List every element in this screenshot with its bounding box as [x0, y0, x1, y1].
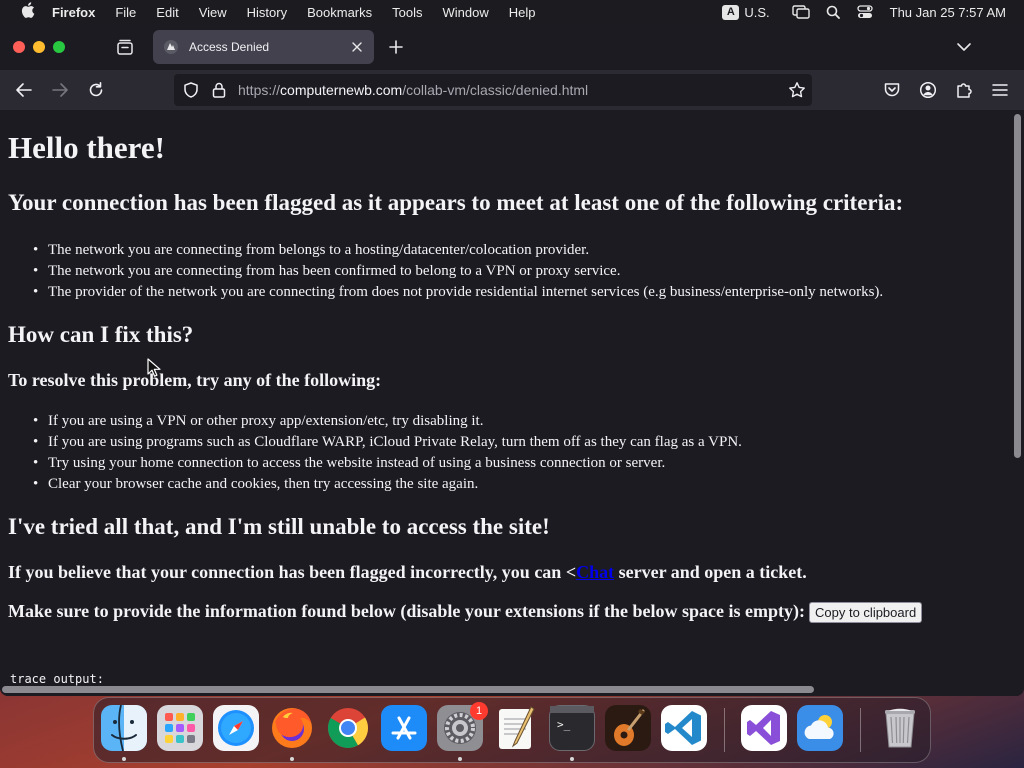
running-indicator [290, 757, 294, 761]
new-tab-icon[interactable] [386, 37, 406, 57]
mouse-pointer-icon [147, 358, 161, 378]
url-scheme: https:// [238, 82, 281, 98]
reload-icon[interactable] [85, 79, 107, 101]
bookmark-star-icon[interactable] [788, 81, 806, 99]
page-heading: Hello there! [8, 130, 165, 165]
apple-menu-icon[interactable] [17, 2, 39, 22]
chrome-icon[interactable] [325, 705, 371, 751]
list-item: If you are using a VPN or other proxy ap… [8, 411, 742, 432]
running-indicator [458, 757, 462, 761]
window-fullscreen-button[interactable] [53, 41, 65, 53]
flagged-incorrectly-prefix: If you believe that your connection has … [8, 562, 577, 582]
list-all-tabs-chevron-icon[interactable] [954, 37, 974, 57]
window-close-button[interactable] [13, 41, 25, 53]
menu-help[interactable]: Help [509, 5, 536, 20]
app-menu-firefox[interactable]: Firefox [52, 5, 95, 20]
dock-separator [724, 708, 725, 752]
menu-bookmarks[interactable]: Bookmarks [307, 5, 372, 20]
tab-title: Access Denied [189, 40, 270, 54]
menu-tools[interactable]: Tools [392, 5, 422, 20]
safari-icon[interactable] [213, 705, 259, 751]
macos-dock: 1 >_ [93, 697, 931, 763]
flagged-incorrectly-suffix: server and open a ticket. [614, 562, 807, 582]
hamburger-menu-icon[interactable] [989, 79, 1011, 101]
menu-file[interactable]: File [115, 5, 136, 20]
list-item: The provider of the network you are conn… [8, 282, 883, 303]
provide-info-text: Make sure to provide the information fou… [8, 601, 923, 624]
resolve-heading: To resolve this problem, try any of the … [8, 370, 382, 390]
screen-mirroring-icon[interactable] [791, 3, 810, 21]
input-source-label[interactable]: U.S. [744, 5, 769, 20]
visual-studio-icon[interactable] [741, 705, 787, 751]
launchpad-icon[interactable] [157, 705, 203, 751]
chat-link[interactable]: Chat [576, 562, 614, 582]
dock-separator [860, 708, 861, 752]
fix-heading: How can I fix this? [8, 322, 194, 347]
site-favicon-icon [163, 39, 179, 55]
vertical-scrollbar[interactable] [1012, 110, 1024, 696]
list-item: The network you are connecting from has … [8, 261, 883, 282]
menu-window[interactable]: Window [443, 5, 489, 20]
running-indicator [570, 757, 574, 761]
menu-history[interactable]: History [247, 5, 287, 20]
firefox-icon[interactable] [269, 705, 315, 751]
input-source-icon[interactable]: A [722, 4, 740, 20]
vertical-scrollbar-thumb[interactable] [1014, 114, 1021, 458]
copy-to-clipboard-button[interactable]: Copy to clipboard [809, 602, 923, 624]
terminal-prompt: >_ [557, 718, 571, 731]
macos-menu-bar: Firefox File Edit View History Bookmarks… [0, 0, 1024, 24]
navigation-toolbar: https://computernewb.com/collab-vm/class… [0, 70, 1024, 110]
list-item: The network you are connecting from belo… [8, 240, 883, 261]
provide-info-label: Make sure to provide the information fou… [8, 601, 806, 621]
vscode-icon[interactable] [661, 705, 707, 751]
list-item: If you are using programs such as Cloudf… [8, 432, 742, 453]
garageband-icon[interactable] [605, 705, 651, 751]
url-bar[interactable]: https://computernewb.com/collab-vm/class… [174, 74, 812, 106]
window-minimize-button[interactable] [33, 41, 45, 53]
running-indicator [122, 757, 126, 761]
account-icon[interactable] [917, 79, 939, 101]
page-content: Hello there! Your connection has been fl… [0, 110, 1011, 696]
pocket-icon[interactable] [881, 79, 903, 101]
app-store-icon[interactable] [381, 705, 427, 751]
tracking-protection-shield-icon[interactable] [182, 81, 200, 99]
padlock-icon[interactable] [210, 81, 228, 99]
url-text[interactable]: https://computernewb.com/collab-vm/class… [238, 82, 588, 98]
terminal-icon[interactable]: >_ [549, 705, 595, 751]
horizontal-scrollbar-thumb[interactable] [2, 686, 814, 693]
url-path: /collab-vm/classic/denied.html [402, 82, 589, 98]
criteria-list: The network you are connecting from belo… [8, 240, 883, 303]
list-item: Try using your home connection to access… [8, 453, 742, 474]
menu-bar-clock[interactable]: Thu Jan 25 7:57 AM [890, 5, 1006, 20]
list-item: Clear your browser cache and cookies, th… [8, 474, 742, 495]
firefox-view-icon[interactable] [114, 37, 136, 57]
spotlight-search-icon[interactable] [824, 3, 842, 21]
flagged-heading: Your connection has been flagged as it a… [8, 190, 904, 215]
control-center-icon[interactable] [856, 3, 874, 21]
menu-edit[interactable]: Edit [156, 5, 178, 20]
extensions-puzzle-icon[interactable] [953, 79, 975, 101]
textedit-icon[interactable] [493, 705, 539, 751]
back-arrow-icon[interactable] [13, 79, 35, 101]
notification-badge: 1 [470, 702, 488, 720]
menu-view[interactable]: View [199, 5, 227, 20]
flagged-incorrectly-text: If you believe that your connection has … [8, 562, 807, 583]
still-unable-heading: I've tried all that, and I'm still unabl… [8, 514, 550, 539]
tab-bar: Access Denied [0, 24, 1024, 70]
trash-icon[interactable] [877, 705, 923, 751]
tab-access-denied[interactable]: Access Denied [153, 30, 374, 64]
finder-icon[interactable] [101, 704, 147, 752]
tab-close-icon[interactable] [348, 38, 366, 56]
url-host: computernewb.com [280, 82, 403, 98]
horizontal-scrollbar[interactable] [0, 682, 1011, 696]
weather-icon[interactable] [797, 705, 843, 751]
fixes-list: If you are using a VPN or other proxy ap… [8, 411, 742, 495]
forward-arrow-icon[interactable] [49, 79, 71, 101]
